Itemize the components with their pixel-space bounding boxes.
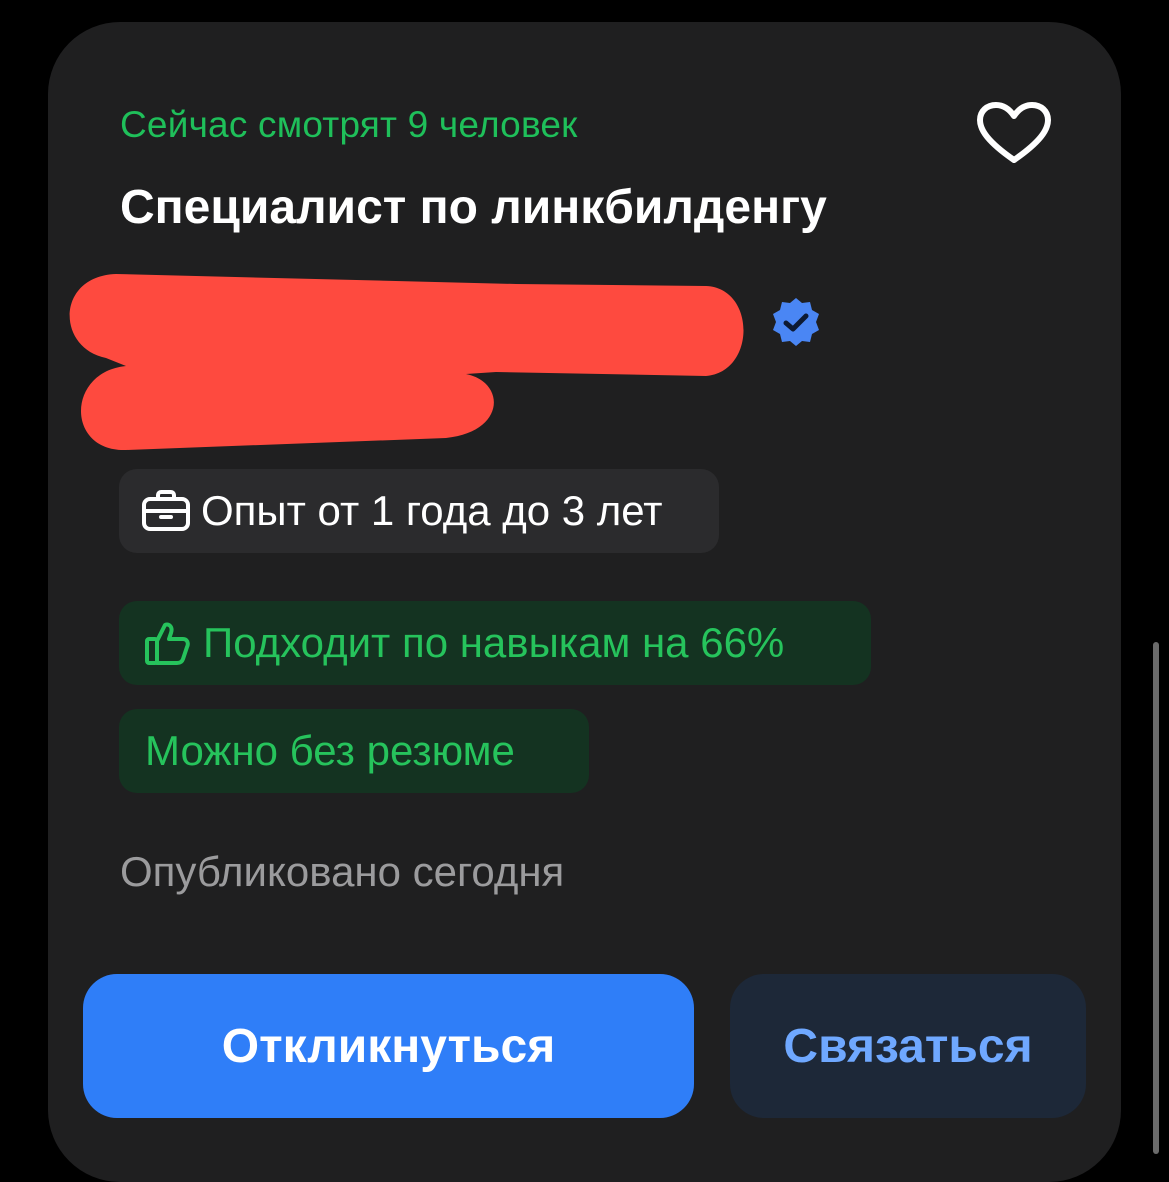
thumbs-up-icon (145, 622, 190, 665)
contact-button[interactable]: Связаться (730, 974, 1086, 1118)
experience-chip: Опыт от 1 года до 3 лет (119, 469, 719, 553)
viewers-count: Сейчас смотрят 9 человек (120, 104, 578, 145)
redacted-company-name (69, 274, 744, 451)
heart-icon[interactable] (974, 100, 1054, 166)
no-resume-text: Можно без резюме (145, 727, 515, 774)
skills-match-chip: Подходит по навыкам на 66% (119, 601, 871, 685)
apply-button[interactable]: Откликнуться (83, 974, 694, 1118)
no-resume-chip: Можно без резюме (119, 709, 589, 793)
scrollbar[interactable] (1153, 642, 1159, 1154)
vacancy-title[interactable]: Специалист по линкбилденгу (120, 180, 827, 235)
published-date: Опубликовано сегодня (120, 848, 565, 895)
skills-match-text: Подходит по навыкам на 66% (203, 619, 785, 666)
verified-badge-icon (773, 298, 819, 346)
briefcase-icon (142, 490, 190, 531)
experience-text: Опыт от 1 года до 3 лет (201, 487, 663, 534)
